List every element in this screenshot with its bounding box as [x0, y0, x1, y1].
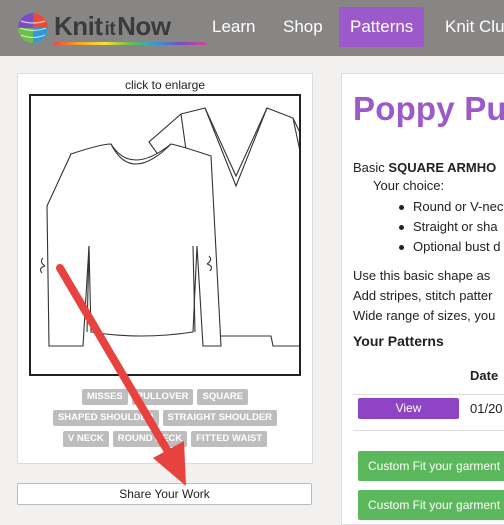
- pattern-tags: MISSES PULLOVER SQUARE SHAPED SHOULDER STRA…: [24, 385, 306, 448]
- description-prefix: Basic: [353, 160, 389, 175]
- description-armhole: SQUARE ARMHO: [388, 160, 497, 175]
- logo-word-it: it: [104, 19, 116, 40]
- pattern-description: Basic SQUARE ARMHO: [353, 158, 496, 178]
- nav-item-shop[interactable]: Shop: [283, 0, 323, 56]
- list-item: Optional bust d: [395, 237, 503, 257]
- nav-item-knit-club[interactable]: Knit Clu: [445, 0, 504, 56]
- logo-word-now: Now: [117, 11, 171, 41]
- usage-line: Wide range of sizes, you: [353, 308, 496, 323]
- usage-text: Use this basic shape as Add stripes, sti…: [353, 266, 495, 326]
- nav-item-patterns[interactable]: Patterns: [339, 7, 425, 47]
- tag-round-neck[interactable]: ROUND NECK: [112, 431, 188, 447]
- usage-line: Use this basic shape as: [353, 268, 491, 283]
- view-pattern-button[interactable]: View: [358, 398, 459, 419]
- choice-list: Round or V-nec Straight or sha Optional …: [395, 197, 503, 257]
- your-patterns-heading: Your Patterns: [353, 333, 444, 349]
- tag-misses[interactable]: MISSES: [81, 389, 128, 405]
- usage-line: Add stripes, stitch patter: [353, 288, 493, 303]
- garment-diagram[interactable]: [29, 94, 301, 376]
- column-header-date: Date: [470, 368, 499, 383]
- enlarge-hint[interactable]: click to enlarge: [18, 78, 312, 92]
- yarn-ball-icon: [18, 13, 48, 43]
- choice-label: Your choice:: [373, 178, 445, 193]
- logo-word-knit: Knit: [54, 11, 103, 41]
- custom-fit-button[interactable]: Custom Fit your garment: [358, 451, 504, 481]
- tag-shaped-shoulder[interactable]: SHAPED SHOULDER: [52, 410, 159, 426]
- sweater-sketch-image: [40, 107, 299, 347]
- tag-fitted-waist[interactable]: FITTED WAIST: [191, 431, 268, 447]
- list-item: Straight or sha: [395, 217, 503, 237]
- tag-square[interactable]: SQUARE: [197, 389, 249, 405]
- site-logo[interactable]: Knit itNow: [16, 6, 206, 50]
- table-row: View 01/20: [353, 394, 504, 431]
- tag-straight-shoulder[interactable]: STRAIGHT SHOULDER: [162, 410, 278, 426]
- pattern-image-card: click to enlarge MISSES PULLOVER SQUARE SH…: [17, 73, 313, 464]
- custom-fit-button[interactable]: Custom Fit your garment: [358, 490, 504, 520]
- pattern-title: Poppy Pul: [353, 90, 504, 127]
- share-your-work-button[interactable]: Share Your Work: [17, 483, 312, 505]
- nav-item-learn[interactable]: Learn: [212, 0, 255, 56]
- top-nav-bar: Knit itNow Learn Shop Patterns Knit Clu: [0, 0, 504, 56]
- list-item: Round or V-nec: [395, 197, 503, 217]
- logo-rainbow-underline: [54, 42, 206, 45]
- tag-v-neck[interactable]: V NECK: [62, 431, 109, 447]
- pattern-date: 01/20: [470, 401, 503, 416]
- tag-pullover[interactable]: PULLOVER: [131, 389, 194, 405]
- patterns-table-header: Date: [353, 358, 504, 395]
